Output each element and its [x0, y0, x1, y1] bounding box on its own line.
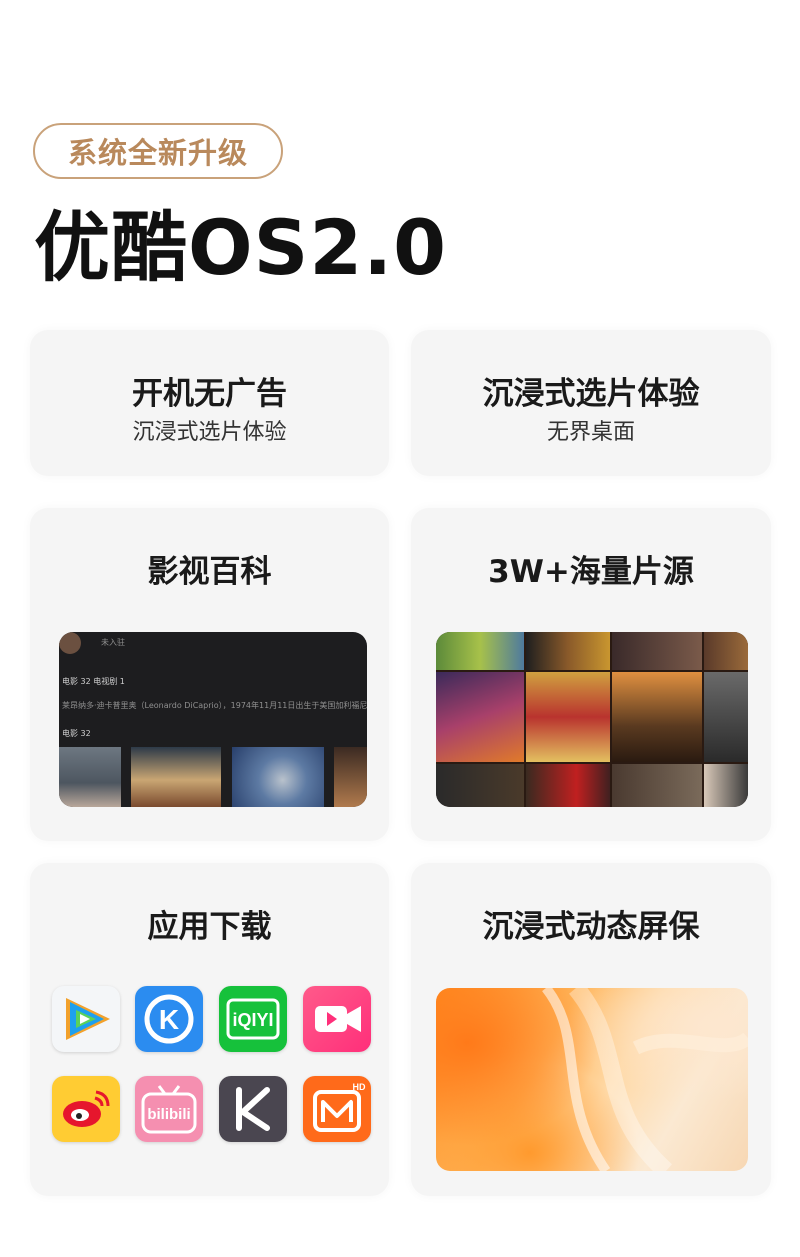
- card-title: 沉浸式动态屏保: [482, 909, 700, 945]
- poster-tile: [526, 672, 610, 762]
- poster-tile: [436, 672, 524, 762]
- poster-tile: [526, 632, 610, 670]
- poster-tile: [526, 764, 610, 807]
- feature-card-screensaver: 沉浸式动态屏保: [411, 863, 771, 1196]
- poster-tile: [704, 764, 748, 807]
- filmography-tabs: 电影 32 电视剧 1: [62, 677, 125, 686]
- card-title: 沉浸式选片体验: [482, 376, 700, 412]
- feature-card-immersive: 沉浸式选片体验 无界桌面: [411, 330, 771, 476]
- poster-tile: [612, 764, 702, 807]
- card-title: 开机无广告: [132, 376, 287, 412]
- kugou-icon[interactable]: K: [135, 986, 203, 1052]
- upgrade-badge: 系统全新升级: [33, 123, 283, 179]
- poster-tile: [704, 672, 748, 762]
- feature-card-no-ads: 开机无广告 沉浸式选片体验: [30, 330, 389, 476]
- poster-tile: [436, 764, 524, 807]
- svg-text:iQIYI: iQIYI: [232, 1010, 273, 1030]
- mango-tv-icon[interactable]: HD: [303, 1076, 371, 1142]
- feature-card-content-library: 3W+海量片源: [411, 508, 771, 841]
- tencent-video-icon[interactable]: [52, 986, 120, 1052]
- feature-card-app-download: 应用下载 K iQIYI bilibili HD: [30, 863, 389, 1196]
- svg-text:bilibili: bilibili: [147, 1106, 190, 1123]
- video-camera-app-icon[interactable]: [303, 986, 371, 1052]
- dynamic-screensaver-preview: [436, 988, 748, 1171]
- card-title: 影视百科: [147, 554, 272, 590]
- svg-text:K: K: [159, 1004, 179, 1035]
- movie-poster: [131, 747, 221, 807]
- card-title: 应用下载: [147, 909, 272, 945]
- poster-tile: [436, 632, 524, 670]
- status-text: 未入驻: [101, 638, 125, 647]
- iqiyi-icon[interactable]: iQIYI: [219, 986, 287, 1052]
- actor-bio: 莱昂纳多·迪卡普里奥（Leonardo DiCaprio），1974年11月11…: [62, 701, 367, 710]
- movie-poster: [232, 747, 324, 807]
- poster-tile: [612, 632, 702, 670]
- feature-card-encyclopedia: 影视百科 未入驻 电影 32 电视剧 1 莱昂纳多·迪卡普里奥（Leonardo…: [30, 508, 389, 841]
- movie-poster-mosaic: [436, 632, 748, 807]
- actor-avatar: [59, 632, 81, 654]
- card-subtitle: 沉浸式选片体验: [132, 420, 287, 445]
- poster-tile: [612, 672, 702, 762]
- section-label: 电影 32: [62, 729, 91, 738]
- card-title: 3W+海量片源: [488, 554, 694, 590]
- weibo-icon[interactable]: [52, 1076, 120, 1142]
- page-title: 优酷OS2.0: [34, 203, 447, 292]
- card-subtitle: 无界桌面: [546, 420, 635, 445]
- poster-tile: [704, 632, 748, 670]
- k-app-icon[interactable]: [219, 1076, 287, 1142]
- bilibili-icon[interactable]: bilibili: [135, 1076, 203, 1142]
- encyclopedia-screenshot: 未入驻 电影 32 电视剧 1 莱昂纳多·迪卡普里奥（Leonardo DiCa…: [59, 632, 367, 807]
- movie-poster: [334, 747, 367, 807]
- movie-poster: [59, 747, 121, 807]
